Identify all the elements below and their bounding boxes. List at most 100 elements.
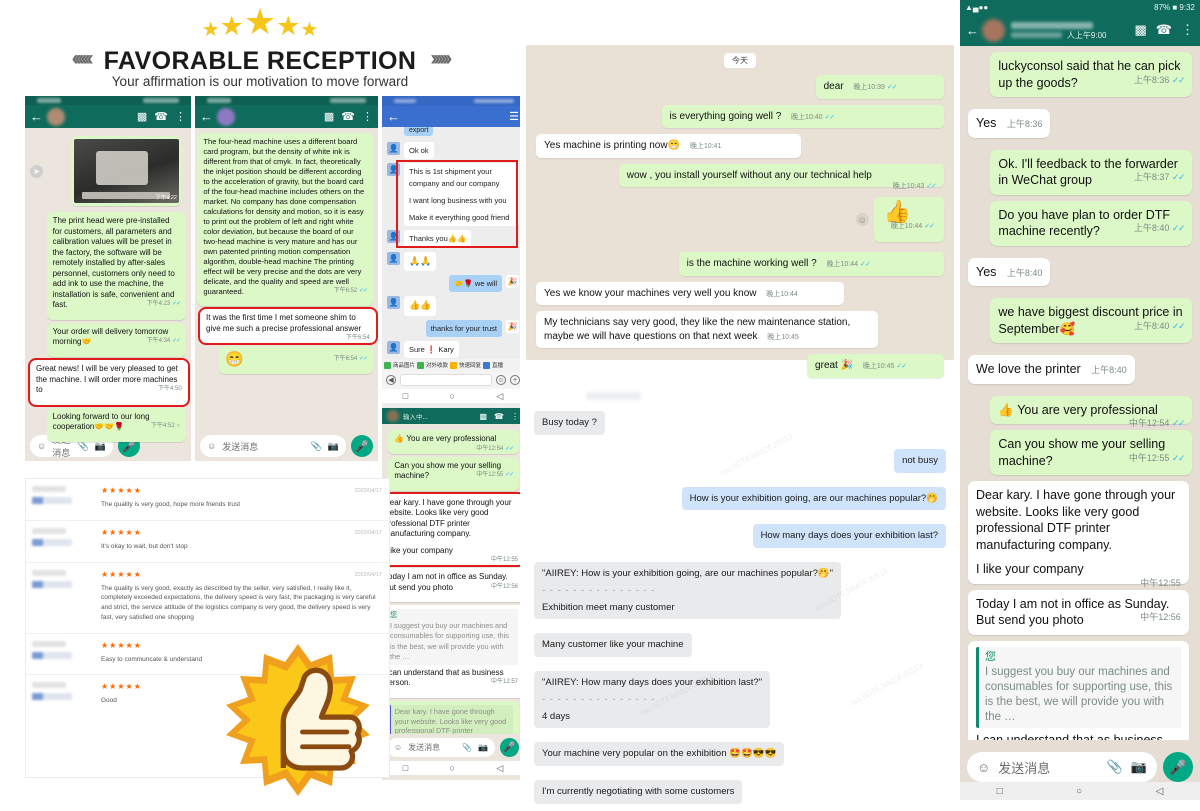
chat-bubble-highlighted[interactable]: It was the first time I met someone shim… [198,307,378,346]
mic-button[interactable]: 🎤 [351,435,373,457]
overflow-menu-icon[interactable]: ⋮ [1181,22,1194,38]
video-message[interactable]: 下午4:22 [71,136,181,206]
camera-icon[interactable]: 📷 [328,441,339,452]
overflow-menu-icon[interactable]: ⋮ [175,110,186,123]
message-list[interactable]: ➤ 下午4:22 The print head were pre-install… [25,128,191,442]
quoted-message[interactable]: 您 I suggest you buy our machines and con… [976,646,1181,728]
message-composer[interactable]: ◀ ☺ + [382,371,524,389]
avatar[interactable]: 👤 [387,296,400,310]
quick-tools-bar[interactable]: 商品图片 对外收款 快速回复 直播 [382,359,524,371]
chat-bubble-with-quote[interactable]: 您 I suggest you buy our machines and con… [382,605,524,698]
center-chat-top[interactable]: 今天 dear 晚上10:39 ✓✓ is everything going w… [526,45,954,378]
emoji-icon[interactable]: ☺ [394,743,402,752]
overflow-menu-icon[interactable]: ⋮ [511,412,519,421]
nav-square-icon[interactable]: □ [403,763,408,773]
chat-bubble[interactable]: How many days does your exhibition last? [752,524,946,549]
chat-bubble[interactable]: Many customer like your machine [534,633,692,658]
tool-live[interactable]: 直播 [483,361,503,369]
chat-bubble[interactable]: Dear kary. I have gone through your webs… [968,481,1189,588]
message-row[interactable]: 👤 🙏🙏 [387,251,519,271]
avatar[interactable]: 👤 [387,341,400,354]
nav-square-icon[interactable]: □ [403,391,408,401]
emoji-icon[interactable]: ☺ [977,760,990,775]
avatar[interactable]: 🎉 [506,275,519,288]
chat-bubble[interactable]: great 🎉 晚上10:45 ✓✓ [807,354,944,378]
mic-button[interactable]: 🎤 [500,738,519,757]
nav-back-icon[interactable]: ◁ [1156,786,1164,797]
tool-external-payment[interactable]: 对外收款 [417,361,448,369]
chat-bubble[interactable]: luckyconsol said that he can pick up the… [990,52,1192,97]
chat-bubble[interactable]: The print head were pre-installed for cu… [46,212,186,320]
chat-bubble[interactable]: Yes 上午8:40 [968,257,1051,286]
message-row[interactable]: 👤 This is 1st shipment your company and … [387,163,519,227]
nav-circle-icon[interactable]: ○ [450,763,455,773]
message-input[interactable] [400,374,492,386]
chat-bubble-with-quote[interactable]: Dear kary. I have gone through your webs… [382,700,519,734]
nav-circle-icon[interactable]: ○ [450,391,455,401]
chat-bubble[interactable]: is the machine working well ? 晚上10:44 ✓✓ [678,252,944,276]
back-icon[interactable]: ← [30,109,43,124]
tool-quick-reply[interactable]: 快速回复 [450,361,481,369]
chat-bubble-partial[interactable]: export [404,127,434,136]
avatar[interactable]: 👤 [387,251,400,265]
camera-icon[interactable]: 📷 [95,441,106,452]
chat-bubble-quoted[interactable]: "AIIREY: How many days does your exhibit… [534,671,771,729]
chat-bubble[interactable]: Your order will delivery tomorrow mornin… [46,322,186,358]
avatar[interactable]: 🎉 [506,319,519,333]
camera-icon[interactable]: 📷 [1131,759,1147,775]
chat-bubble[interactable]: Can you show me your selling machine? 中午… [990,430,1192,475]
message-row[interactable]: 👤 Ok ok [387,142,519,160]
chat-bubble[interactable]: Looking forward to our long cooperation🤝… [46,407,186,442]
avatar[interactable]: 👤 [387,142,400,155]
message-composer[interactable]: ☺ 发送消息 📎 📷 🎤 [382,734,524,761]
chat-bubble[interactable]: Can you show me your selling machine? 中午… [388,456,519,491]
message-row[interactable]: 👤 👍👍 [387,296,519,316]
back-icon[interactable]: ← [966,23,979,38]
chat-bubble[interactable]: Ok. I'll feedback to the forwarder in We… [990,149,1192,195]
message-composer[interactable]: ☺ 发送消息 📎 📷 🎤 [195,431,378,461]
back-icon[interactable]: ← [200,109,213,124]
chat-bubble-highlighted[interactable]: Great news! I will be very pleased to ge… [28,358,190,407]
voice-input-icon[interactable]: ◀ [386,375,396,385]
emoji-icon[interactable]: ☺ [496,375,506,385]
avatar[interactable] [47,107,65,126]
chat-bubble[interactable]: Yes 上午8:36 [968,109,1051,138]
camera-icon[interactable]: 📷 [478,743,488,752]
chat-bubble-quoted[interactable]: "AIIREY: How is your exhibition going, a… [534,562,842,620]
chat-bubble-highlighted[interactable]: Dear kary. I have gone through your webs… [382,491,524,568]
chat-bubble[interactable]: How is your exhibition going, are our ma… [681,486,946,511]
message-input[interactable]: ☺ 发送消息 📎 📷 [967,752,1157,782]
chat-bubble[interactable]: The four-head machine uses a different b… [197,133,373,307]
review-row[interactable]: ★★★★★ It's okay to wait, but don't stop … [26,521,389,563]
video-call-icon[interactable]: ▩ [137,110,147,123]
chat-bubble-emoji[interactable]: 😁 下午6:54 ✓✓ [219,346,373,375]
chat-bubble[interactable]: dear 晚上10:39 ✓✓ [815,75,944,99]
chat-bubble[interactable]: I'm currently negotiating with some cust… [534,780,743,804]
review-row[interactable]: ★★★★★ The quality is very good, hope mor… [26,479,389,521]
avatar[interactable] [217,107,235,126]
emoji-icon[interactable]: ☺ [207,441,216,451]
chat-bubble[interactable]: Yes machine is printing now😁 晚上10:41 [536,134,802,158]
review-row[interactable]: ★★★★★ The quality is very good, exactly … [26,563,389,634]
video-call-icon[interactable]: ▩ [324,110,334,123]
chat-bubble[interactable]: we have biggest discount price in Septem… [990,298,1192,343]
chat-bubble[interactable]: Busy today ? [534,411,605,435]
chat-bubble[interactable]: 👍 You are very professional 中午12:54 ✓✓ [388,430,519,454]
message-list[interactable]: 👍 You are very professional 中午12:54 ✓✓ C… [382,424,524,734]
nav-circle-icon[interactable]: ○ [1076,786,1082,797]
chat-bubble[interactable]: We love the printer 上午8:40 [968,355,1135,384]
menu-icon[interactable]: ☰ [509,110,519,123]
attach-clip-icon[interactable]: 📎 [78,441,89,452]
message-list[interactable]: luckyconsol said that he can pick up the… [960,46,1200,740]
message-row[interactable]: thanks for your trust 🎉 [387,319,519,337]
chat-bubble[interactable]: My technicians say very good, they like … [536,311,879,348]
chat-bubble-with-quote[interactable]: 您 I suggest you buy our machines and con… [968,640,1189,740]
video-call-icon[interactable]: ▩ [1135,22,1147,38]
message-row[interactable]: 👤 Thanks you👍👍 [387,230,519,248]
chat-bubble-emoji[interactable]: 👍 晚上10:44 ✓✓ [873,197,944,242]
nav-back-icon[interactable]: ◁ [496,763,503,774]
overflow-menu-icon[interactable]: ⋮ [362,110,373,123]
avatar[interactable]: 👤 [387,230,400,244]
nav-back-icon[interactable]: ◁ [496,391,503,402]
forward-icon[interactable]: ➤ [30,164,43,178]
